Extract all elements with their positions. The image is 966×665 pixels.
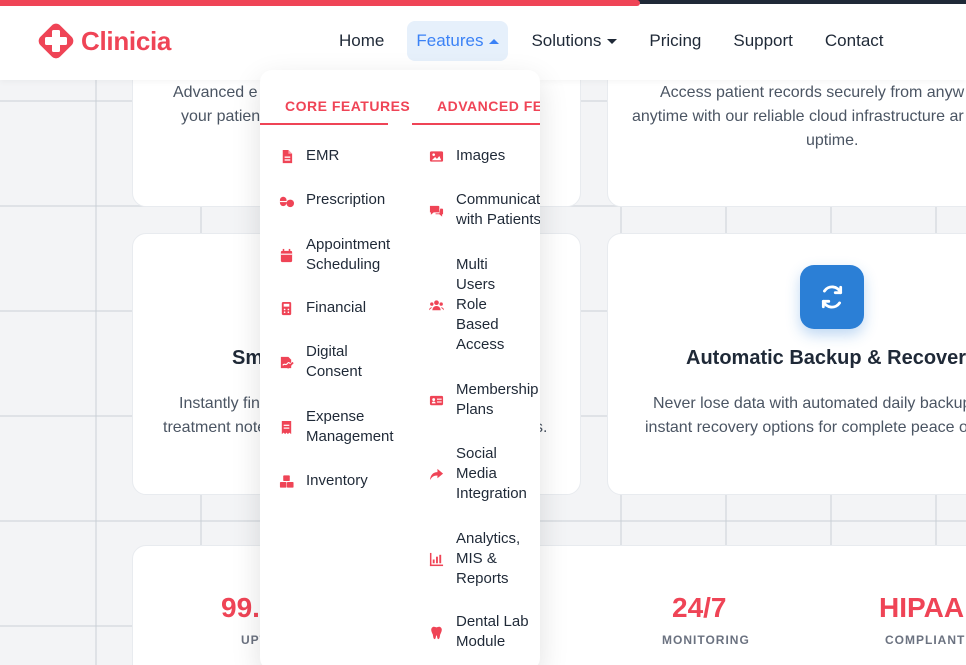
nav-pricing[interactable]: Pricing: [640, 21, 710, 61]
nav-contact[interactable]: Contact: [816, 21, 893, 61]
nav-support[interactable]: Support: [724, 21, 802, 61]
dropdown-item-label: Analytics, MIS & Reports: [456, 530, 521, 587]
dropdown-item-label: Images: [456, 147, 506, 164]
card-text-line: anytime with our reliable cloud infrastr…: [632, 108, 964, 125]
caret-up-icon: [489, 38, 500, 44]
caret-down-icon: [607, 38, 618, 44]
share-icon: [428, 466, 444, 482]
stat-label: COMPLIANT: [885, 633, 966, 647]
medical-cross-icon: [38, 23, 74, 59]
id-card-icon: [428, 392, 444, 408]
page-progress-bar: [0, 0, 640, 6]
dropdown-item-social[interactable]: Social Media Integration: [428, 444, 540, 504]
main-nav: Home Features Solutions Pricing Support …: [330, 20, 907, 62]
stat-value: HIPAA: [879, 592, 965, 623]
core-features-heading: CORE FEATURES: [285, 98, 411, 114]
stat-value: 24/7: [672, 592, 727, 623]
stat-label: MONITORING: [662, 633, 750, 647]
chart-icon: [428, 551, 444, 567]
dropdown-item-label: Social Media Integration: [456, 445, 527, 502]
card-text-line: Access patient records securely from any…: [660, 84, 965, 101]
image-icon: [428, 148, 444, 164]
core-features-underline: [260, 123, 388, 125]
dropdown-item-label: Expense Management: [306, 408, 394, 445]
card-text-line: your patien: [181, 108, 261, 125]
card-text-line: Advanced e: [173, 84, 258, 101]
card-text-line: Instantly fin: [179, 395, 260, 412]
nav-features[interactable]: Features: [407, 21, 509, 61]
brand-name: Clinicia: [81, 25, 172, 56]
dropdown-item-prescription[interactable]: Prescription: [278, 190, 416, 210]
dropdown-item-dental-lab[interactable]: Dental Lab Module: [428, 612, 540, 652]
features-dropdown-menu: CORE FEATURES ADVANCED FE EMR Prescriptio…: [260, 70, 540, 665]
dropdown-item-emr[interactable]: EMR: [278, 146, 416, 166]
users-icon: [428, 297, 444, 313]
dropdown-item-label: Financial: [306, 299, 367, 316]
receipt-icon: [278, 419, 294, 435]
nav-features-label: Features: [416, 31, 484, 50]
signature-icon: [278, 354, 294, 370]
boxes-icon: [278, 473, 294, 489]
nav-solutions[interactable]: Solutions: [522, 21, 626, 61]
card-text-line: uptime.: [806, 132, 859, 149]
card-title: Automatic Backup & Recover: [686, 347, 966, 369]
nav-home[interactable]: Home: [330, 21, 393, 61]
sync-icon: [821, 285, 843, 309]
brand-logo[interactable]: Clinicia: [35, 20, 171, 62]
dropdown-item-financial[interactable]: Financial: [278, 298, 416, 318]
dropdown-item-label: Communicat with Patients: [456, 191, 540, 228]
dropdown-item-label: Membership Plans: [456, 381, 539, 418]
dropdown-item-digital[interactable]: Digital Consent: [278, 342, 416, 382]
dropdown-item-label: Inventory: [306, 472, 368, 489]
pills-icon: [278, 192, 294, 208]
backup-icon-tile: [800, 265, 864, 329]
dropdown-item-label: Dental Lab Module: [456, 613, 529, 650]
tooth-icon: [428, 624, 444, 640]
card-text-line: instant recovery options for complete pe…: [645, 419, 966, 436]
calculator-icon: [278, 300, 294, 316]
dropdown-item-membership[interactable]: Membership Plans: [428, 380, 540, 420]
card-text-line: treatment note: [163, 419, 267, 436]
dropdown-item-label: Appointment Scheduling: [306, 236, 391, 273]
dropdown-item-label: Digital Consent: [306, 343, 362, 380]
stats-card: 99. UPT 24/7 MONITORING HIPAA COMPLIANT: [132, 545, 966, 665]
dropdown-item-expense[interactable]: Expense Management: [278, 407, 416, 447]
dropdown-item-inventory[interactable]: Inventory: [278, 471, 416, 491]
advanced-features-heading: ADVANCED FE: [437, 98, 540, 114]
card-title: Sm: [232, 347, 264, 369]
stat-value: 99.: [221, 592, 260, 623]
dropdown-item-communicat[interactable]: Communicat with Patients: [428, 190, 540, 230]
file-icon: [278, 148, 294, 164]
dropdown-item-images[interactable]: Images: [428, 146, 540, 166]
dropdown-item-label: Prescription: [306, 191, 386, 208]
nav-solutions-label: Solutions: [531, 31, 602, 50]
advanced-features-underline: [412, 123, 540, 125]
card-text-line: Never lose data with automated daily bac…: [653, 395, 966, 412]
calendar-icon: [278, 247, 294, 263]
feature-card-backup: Automatic Backup & Recover Never lose da…: [607, 233, 966, 495]
chat-icon: [428, 202, 444, 218]
dropdown-item-appointment[interactable]: Appointment Scheduling: [278, 235, 416, 275]
dropdown-item-multi[interactable]: Multi Users Role Based Access: [428, 255, 540, 355]
dropdown-item-label: EMR: [306, 147, 340, 164]
dropdown-item-label: Multi Users Role Based Access: [456, 256, 505, 353]
dropdown-item-analytics[interactable]: Analytics, MIS & Reports: [428, 529, 540, 589]
site-header: Clinicia Home Features Solutions Pricing…: [0, 0, 966, 80]
